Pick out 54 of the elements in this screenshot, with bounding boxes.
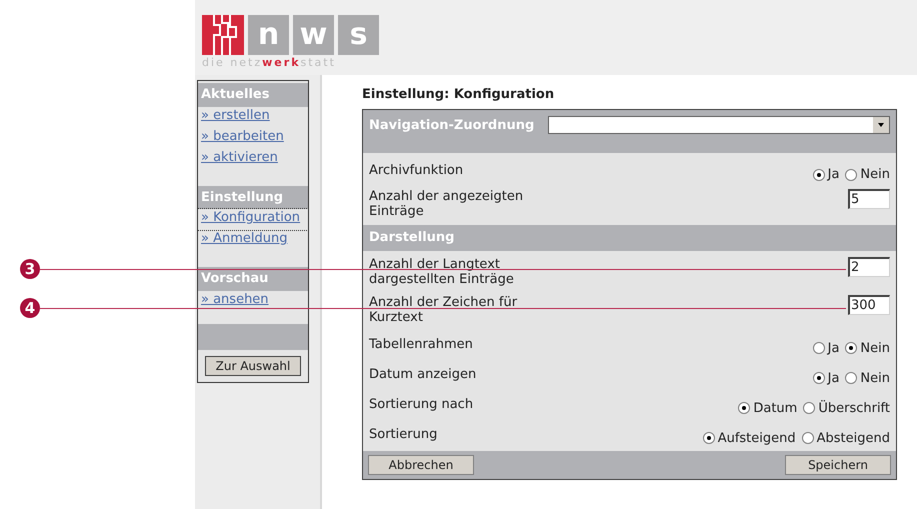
radio-button[interactable] [845, 342, 858, 354]
field-label: Navigation-Zuordnung [369, 117, 534, 135]
radio-label: Aufsteigend [718, 430, 796, 448]
radio-label: Nein [860, 166, 890, 184]
sidebar-heading: Vorschau [198, 267, 308, 290]
sidebar-heading: Einstellung [198, 186, 308, 209]
save-button[interactable]: Speichern [785, 454, 891, 474]
field-label: Anzahl der angezeigten Einträge [369, 189, 524, 219]
dropdown-icon [873, 117, 889, 133]
logo-icon [202, 15, 244, 55]
sidebar-link[interactable]: » Anmeldung [198, 230, 308, 251]
section-header: Darstellung [363, 225, 896, 250]
radio-button[interactable] [738, 402, 750, 414]
page-title: Einstellung: Konfiguration [362, 86, 556, 104]
field-label: Tabellenrahmen [369, 336, 473, 354]
field-label: Archivfunktion [369, 162, 464, 180]
sidebar-link[interactable]: » aktivieren [198, 148, 308, 170]
radio-label: Ja [828, 166, 840, 184]
radio-label: Überschrift [818, 399, 890, 418]
select-field[interactable] [548, 116, 890, 134]
sidebar-link[interactable]: » ansehen [198, 290, 308, 312]
sidebar-link[interactable]: » erstellen [198, 106, 308, 128]
logo-tile: s [338, 15, 379, 55]
callout-marker: 4 [20, 298, 40, 318]
logo-tile: n [248, 15, 289, 55]
radio-label: Nein [860, 370, 890, 388]
logo-tile: w [293, 15, 334, 55]
sidebar-link[interactable]: » bearbeiten [198, 128, 308, 148]
field-label: Sortierung [369, 426, 438, 444]
radio-button[interactable] [845, 372, 858, 384]
sidebar-heading: Aktuelles [198, 83, 308, 106]
radio-label: Nein [860, 340, 890, 358]
radio-label: Absteigend [816, 430, 890, 448]
radio-button[interactable] [812, 342, 825, 354]
callout-marker: 3 [20, 259, 40, 279]
sidebar-link[interactable]: » Konfiguration [198, 209, 308, 230]
input-field[interactable]: 2 [848, 256, 890, 276]
radio-label: Ja [828, 370, 840, 388]
radio-button[interactable] [802, 432, 814, 444]
radio-button[interactable] [845, 168, 858, 181]
field-label: Sortierung nach [369, 396, 474, 414]
radio-button[interactable] [812, 168, 825, 181]
radio-label: Ja [828, 340, 840, 358]
input-field[interactable]: 5 [848, 189, 890, 209]
radio-button[interactable] [702, 432, 715, 444]
radio-button[interactable] [803, 402, 816, 414]
radio-label: Datum [753, 400, 798, 418]
field-label: Anzahl der Langtext dargestellten Einträge [369, 256, 515, 286]
field-label: Anzahl der Zeichen für Kurztext [369, 294, 518, 324]
field-label: Datum anzeigen [369, 366, 476, 384]
cancel-button[interactable]: Abbrechen [368, 454, 474, 474]
input-field[interactable]: 300 [848, 294, 890, 314]
back-button[interactable]: Zur Auswahl [204, 356, 302, 376]
radio-button[interactable] [812, 372, 825, 384]
